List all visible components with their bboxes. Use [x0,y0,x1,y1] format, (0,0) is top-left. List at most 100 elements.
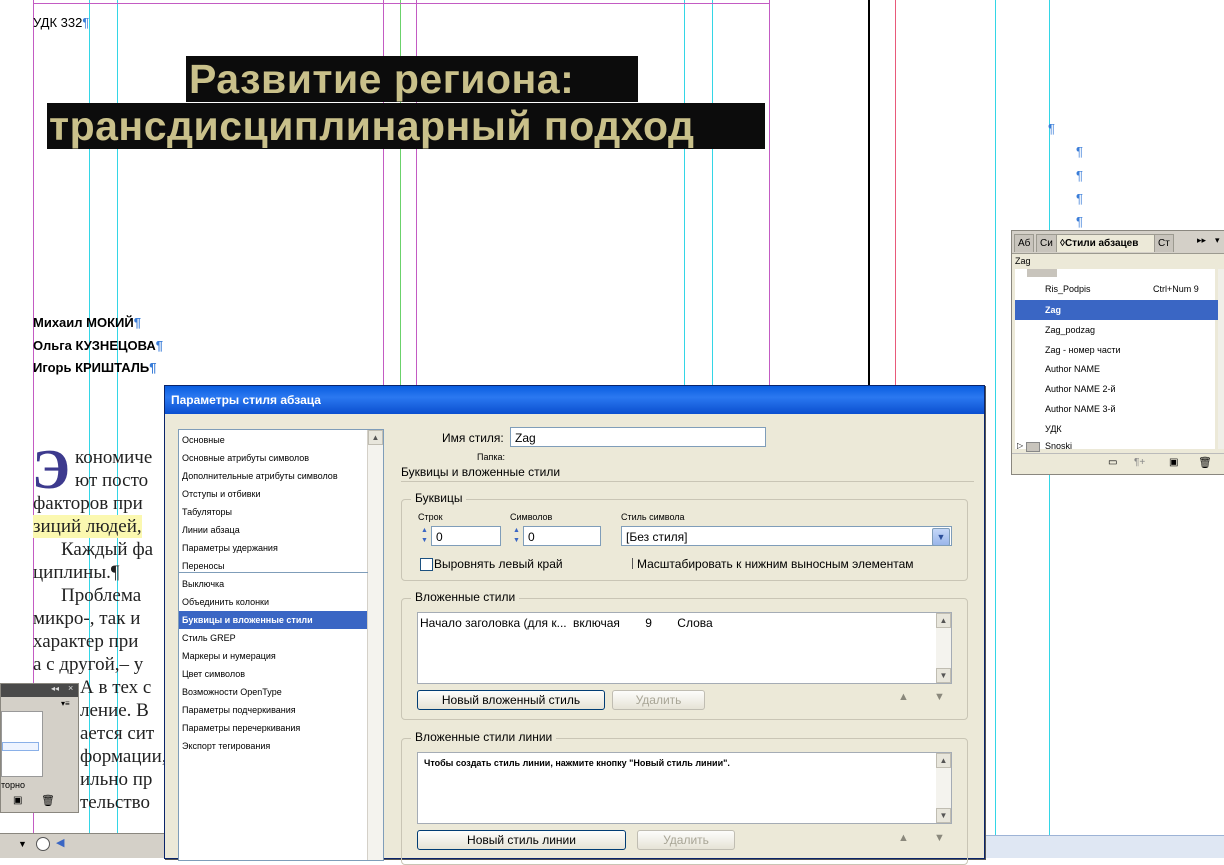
style-name-field[interactable]: Zag [510,427,766,447]
category-item[interactable]: Основные атрибуты символов [179,449,383,467]
delete-line-style-button[interactable]: Удалить [637,830,735,850]
scroll-up-icon[interactable]: ▲ [936,613,951,628]
nested-styles-list: Начало заголовка (для к... включая 9 Сло… [417,612,952,684]
scroll-down-icon[interactable]: ▼ [936,808,951,823]
new-nested-style-button[interactable]: Новый вложенный стиль [417,690,605,710]
body-line: факторов при [33,493,143,514]
trash-icon[interactable]: 🗑 [1198,456,1212,469]
panel-menu-icon[interactable]: ▾≡ [61,699,70,708]
chars-spinner[interactable]: ▲ ▼ [511,526,522,546]
category-scrollbar[interactable]: ▲ [367,430,383,860]
category-item[interactable]: Возможности OpenType [179,683,383,701]
style-item-selected[interactable]: Zag [1015,300,1220,320]
move-down-icon[interactable]: ▼ [934,832,945,844]
new-line-style-button[interactable]: Новый стиль линии [417,830,626,850]
category-item[interactable]: Цвет символов [179,665,383,683]
page-dropdown-arrow[interactable]: ▼ [18,839,27,849]
move-up-icon[interactable]: ▲ [898,832,909,844]
category-item[interactable]: Маркеры и нумерация [179,647,383,665]
trash-icon[interactable]: 🗑 [41,794,55,807]
char-style-select[interactable]: [Без стиля] ▼ [621,526,952,546]
panel-menu-icon[interactable]: ▾ [1215,235,1220,246]
style-item[interactable]: Author NAME 2-й [1015,379,1220,399]
style-item[interactable]: Zag - номер части [1015,340,1220,360]
lines-spinner[interactable]: ▲ ▼ [419,526,430,546]
tab-paragraph-styles[interactable]: ◊Стили абзацев [1056,234,1159,252]
category-item[interactable]: Дополнительные атрибуты символов [179,467,383,485]
section-title: Буквицы и вложенные стили [401,465,561,479]
chevron-down-icon[interactable]: ▼ [932,528,950,546]
tab-cell-styles[interactable]: Ст [1154,234,1174,252]
pilcrow-mark: ¶ [1048,121,1055,136]
body-line: Каждый фа [61,539,154,560]
scale-checkbox[interactable] [632,558,633,569]
close-icon[interactable]: × [68,683,73,693]
body-line: тельство [80,792,150,813]
pilcrow-mark: ¶ [1076,191,1083,206]
category-item[interactable]: Объединить колонки [179,593,383,611]
page-edge [868,0,870,385]
line-styles-group-title: Вложенные стили линии [411,730,557,744]
chars-label: Символов [510,512,553,522]
category-item[interactable]: Параметры подчеркивания [179,701,383,719]
collapse-icon[interactable]: ◂◂ [51,684,59,693]
list-item[interactable] [2,742,39,751]
nested-scrollbar[interactable]: ▲ ▼ [936,613,951,683]
clear-overrides-icon[interactable]: ¶+ [1134,457,1145,468]
style-name-label: Имя стиля: [442,431,504,445]
scroll-up-icon[interactable]: ▲ [368,430,383,445]
bleed-guide [895,0,896,385]
scroll-up-icon[interactable]: ▲ [936,753,951,768]
author-1: Михаил МОКИЙ¶ [33,315,141,330]
nested-style-row[interactable]: Начало заголовка (для к... включая 9 Сло… [420,616,713,630]
category-item[interactable]: Экспорт тегирования [179,737,383,755]
preflight-icon[interactable] [36,837,50,851]
body-line: ильно пр [80,769,153,790]
lines-input[interactable]: 0 [431,526,501,546]
new-style-icon[interactable]: ▣ [1169,457,1178,468]
category-item[interactable]: Отступы и отбивки [179,485,383,503]
category-item-selected[interactable]: Буквицы и вложенные стили [179,611,383,629]
style-item[interactable]: Author NAME 3-й [1015,399,1220,419]
tab-character[interactable]: Си [1036,234,1057,252]
category-item[interactable]: Выключка [179,575,383,593]
move-up-icon[interactable]: ▲ [898,691,909,703]
body-line: Проблема [61,585,142,606]
category-item[interactable]: Стиль GREP [179,629,383,647]
authors-block: Михаил МОКИЙ¶ Ольга КУЗНЕЦОВА¶ Игорь КРИ… [33,312,163,380]
category-item[interactable]: Параметры перечеркивания [179,719,383,737]
line-styles-scrollbar[interactable]: ▲ ▼ [936,753,951,823]
expand-panel-icon[interactable]: ▸▸ [1197,235,1206,246]
style-item[interactable]: Ris_Podpis Ctrl+Num 9 [1015,279,1220,299]
column-guide [995,0,996,857]
horizontal-scrollbar[interactable] [983,835,1224,858]
category-list: Основные Основные атрибуты символов Допо… [178,429,384,861]
delete-nested-style-button[interactable]: Удалить [612,690,705,710]
tab-paragraph[interactable]: Аб [1014,234,1035,252]
dialog-title: Параметры стиля абзаца [165,386,984,414]
panel-label: торно [1,780,26,790]
top-margin-guide [33,3,769,4]
style-item[interactable]: УДК [1015,419,1220,439]
align-left-checkbox[interactable] [420,558,433,571]
author-2: Ольга КУЗНЕЦОВА¶ [33,337,163,353]
body-line: характер при [33,631,139,652]
small-panel: ◂◂ × ▾≡ торно ▣ 🗑 [0,683,79,813]
styles-scrollbar[interactable] [1218,269,1224,449]
category-item[interactable]: Основные [179,431,383,449]
scroll-down-icon[interactable]: ▼ [936,668,951,683]
body-line: зиций людей, [33,515,142,538]
style-item[interactable]: Zag_podzag [1015,320,1220,340]
move-down-icon[interactable]: ▼ [934,691,945,703]
category-item[interactable]: Линии абзаца [179,521,383,539]
style-item[interactable]: Author NAME [1015,359,1220,379]
new-item-icon[interactable]: ▣ [13,795,22,806]
style-group[interactable]: ▷ Snoski [1015,439,1220,453]
expand-triangle-icon[interactable]: ▷ [1017,439,1023,453]
scroll-left-icon[interactable]: ◀ [56,836,64,849]
category-item[interactable]: Табуляторы [179,503,383,521]
lines-label: Строк [418,512,443,522]
new-group-icon[interactable]: ▭ [1108,457,1117,468]
category-item[interactable]: Параметры удержания [179,539,383,557]
chars-input[interactable]: 0 [523,526,601,546]
